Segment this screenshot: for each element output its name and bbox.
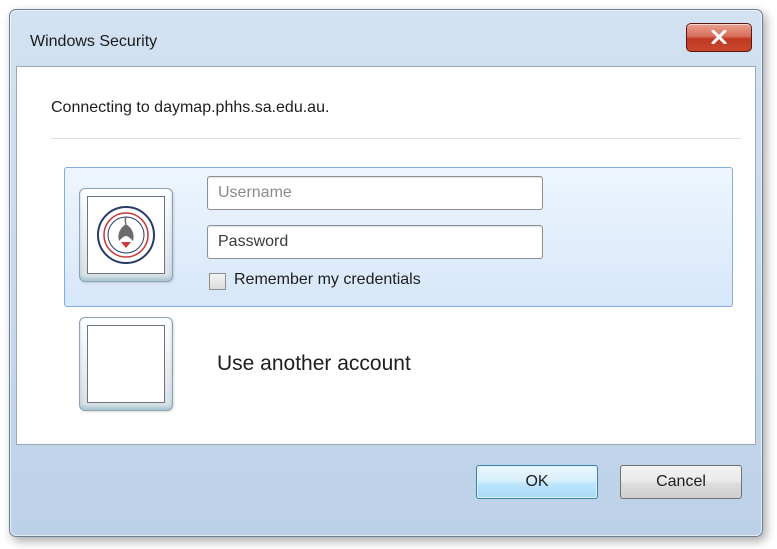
cancel-button[interactable]: Cancel <box>620 465 742 499</box>
credential-tile[interactable]: Remember my credentials <box>64 167 733 307</box>
close-icon <box>711 30 727 44</box>
south-australia-emblem-icon <box>97 206 155 264</box>
user-tile-image <box>87 196 165 274</box>
close-button[interactable] <box>686 23 752 52</box>
ok-button[interactable]: OK <box>476 465 598 499</box>
user-tile-frame <box>79 188 173 282</box>
dialog-content: Connecting to daymap.phhs.sa.edu.au. Use… <box>16 66 756 445</box>
dialog-title: Windows Security <box>30 33 158 50</box>
username-input[interactable] <box>207 176 543 210</box>
password-input[interactable] <box>207 225 543 259</box>
remember-credentials-checkbox[interactable] <box>209 273 226 290</box>
divider <box>51 138 741 139</box>
remember-credentials-label: Remember my credentials <box>234 271 421 288</box>
connecting-message: Connecting to daymap.phhs.sa.edu.au. <box>51 99 330 116</box>
windows-security-dialog: Windows Security Connecting to daymap.ph… <box>9 9 763 537</box>
use-another-account-label[interactable]: Use another account <box>217 352 411 376</box>
other-account-tile[interactable] <box>79 317 173 411</box>
other-account-image <box>87 325 165 403</box>
